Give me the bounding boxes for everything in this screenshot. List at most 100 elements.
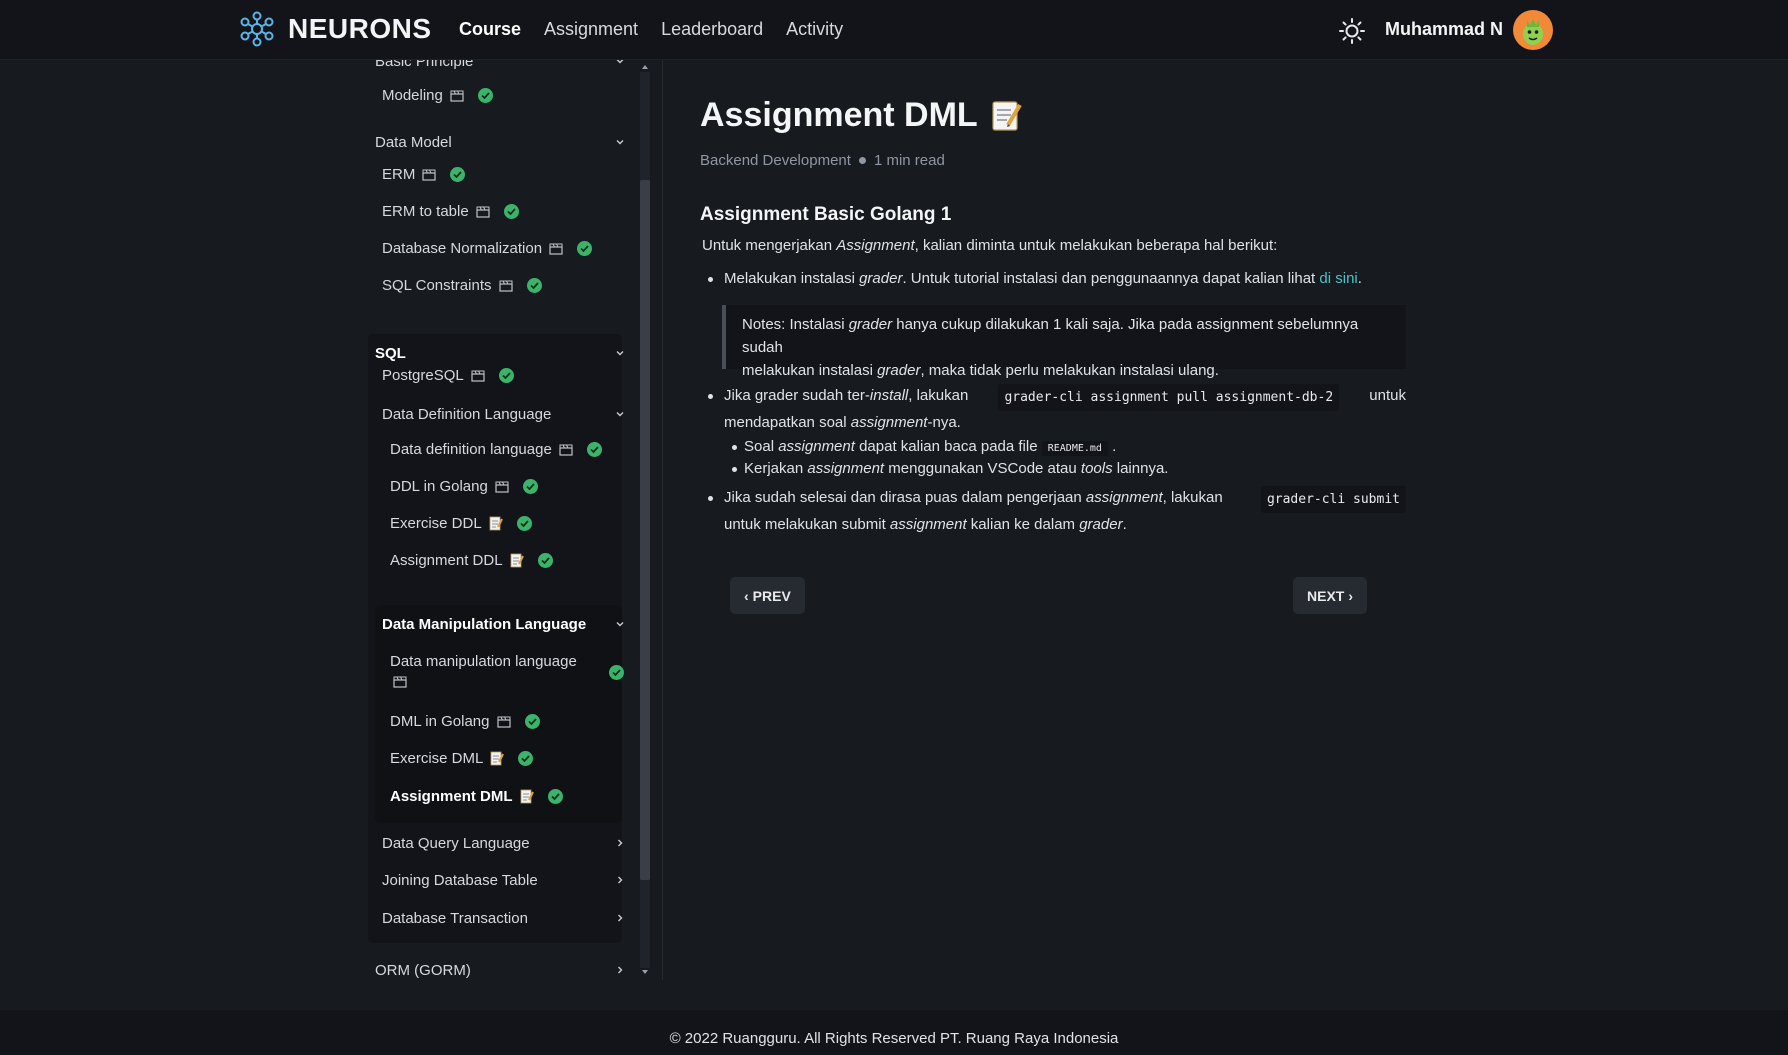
copyright-text: © 2022 Ruangguru. All Rights Reserved PT… [669,1030,1119,1047]
next-button[interactable]: NEXT › [1293,577,1368,614]
clapperboard-icon [476,206,490,218]
clapperboard-icon [559,444,573,456]
memo-icon [520,789,534,804]
chevron-down-icon [616,351,624,356]
scrollbar-thumb[interactable] [640,180,650,880]
clapperboard-icon [393,676,407,688]
scroll-down-arrow-icon[interactable] [641,968,649,976]
sidebar-item-assignment-dml[interactable]: Assignment DML [390,788,563,805]
sidebar-subgroup-joining-database-table[interactable]: Joining Database Table [382,870,625,890]
footer: © 2022 Ruangguru. All Rights Reserved PT… [0,1010,1788,1055]
completed-check-icon [450,167,466,182]
bullet-dot [708,394,713,399]
meta-separator-dot [858,157,866,164]
prev-button[interactable]: ‹ PREV [730,577,805,614]
sidebar-item-sql-constraints[interactable]: SQL Constraints [382,277,542,294]
completed-check-icon [503,204,519,219]
neurons-logo-icon [240,11,274,47]
memo-icon [992,100,1022,131]
completed-check-icon [526,278,542,293]
category-label[interactable]: Backend Development [700,152,851,169]
top-navbar: NEURONS Course Assignment Leaderboard Ac… [0,0,1788,60]
sidebar-item-modeling[interactable]: Modeling [382,87,493,104]
list-item: Jika sudah selesai dan dirasa puas dalam… [708,486,1406,536]
chevron-right-icon [618,966,623,974]
sidebar-item-assignment-ddl[interactable]: Assignment DDL [390,552,553,569]
section-heading: Assignment Basic Golang 1 [700,204,952,225]
memo-icon [489,516,503,531]
sidebar-item-erm-to-table[interactable]: ERM to table [382,203,519,220]
avatar[interactable] [1513,10,1553,50]
chevron-down-icon [616,412,624,417]
brand-name: NEURONS [288,13,432,44]
chevron-right-icon [618,876,623,884]
list-item: Jika grader sudah ter-install, lakukan g… [708,384,1406,434]
chevron-right-icon [618,839,623,847]
bullet-dot [732,445,737,450]
sidebar-group-basic-principle[interactable]: Basic Principle [375,60,625,71]
bullet-dot [732,467,737,472]
completed-check-icon [577,241,593,256]
page-title: Assignment DML [700,96,1024,135]
nav-activity[interactable]: Activity [786,19,843,40]
scroll-up-arrow-icon[interactable] [641,63,649,71]
sidebar-subgroup-dql[interactable]: Data Query Language [382,833,625,853]
tutorial-link[interactable]: di sini [1319,270,1357,287]
clapperboard-icon [496,716,511,728]
completed-check-icon [522,479,538,494]
completed-check-icon [547,789,563,804]
sidebar-divider [662,60,663,980]
sidebar-subgroup-ddl[interactable]: Data Definition Language [382,404,625,424]
readme-code: README.md [1041,441,1108,456]
sun-icon[interactable] [1338,17,1366,45]
list-item: Melakukan instalasi grader. Untuk tutori… [708,267,1414,290]
memo-icon [510,553,524,568]
chevron-down-icon [616,140,624,145]
avatar-character-icon [1523,19,1543,45]
intro-paragraph: Untuk mengerjakan Assignment, kalian dim… [702,237,1278,254]
read-time: 1 min read [873,152,945,169]
nav-course[interactable]: Course [459,19,521,40]
pull-command-code: grader-cli assignment pull assignment-db… [998,384,1340,411]
username[interactable]: Muhammad N [1385,19,1503,40]
sidebar-group-orm-gorm[interactable]: ORM (GORM) [375,960,625,980]
sidebar-item-data-manipulation-language[interactable]: Data manipulation language [390,651,625,695]
completed-check-icon [586,442,602,457]
completed-check-icon [524,714,540,729]
sidebar-item-erm[interactable]: ERM [382,166,466,183]
nav-leaderboard[interactable]: Leaderboard [661,19,763,40]
completed-check-icon [477,88,493,103]
sidebar-group-sql[interactable]: SQL [375,343,625,363]
sidebar-item-data-definition-language[interactable]: Data definition language [390,441,602,458]
chevron-right-icon [618,914,623,922]
completed-check-icon [609,665,624,680]
sidebar-scrollbar[interactable] [638,60,652,980]
bullet-dot [708,277,713,282]
chevron-right-icon: › [1348,587,1354,604]
sidebar-subgroup-dml[interactable]: Data Manipulation Language [382,614,625,634]
main-nav: Course Assignment Leaderboard Activity [459,19,843,40]
clapperboard-icon [422,169,436,181]
chevron-down-icon [616,622,624,627]
submit-command-code: grader-cli submit [1260,486,1406,513]
completed-check-icon [518,751,534,766]
clapperboard-icon [549,243,563,255]
sidebar-item-exercise-ddl[interactable]: Exercise DDL [390,515,532,532]
brand[interactable]: NEURONS [238,10,432,48]
sidebar-item-ddl-in-golang[interactable]: DDL in Golang [390,478,538,495]
sidebar-item-dml-in-golang[interactable]: DML in Golang [390,713,540,730]
sidebar-item-database-normalization[interactable]: Database Normalization [382,240,593,257]
nav-assignment[interactable]: Assignment [544,19,638,40]
sidebar-group-data-model[interactable]: Data Model [375,132,625,152]
notes-blockquote: Notes: Instalasi grader hanya cukup dila… [722,305,1406,379]
sidebar-item-exercise-dml[interactable]: Exercise DML [390,750,534,767]
sidebar-subgroup-database-transaction[interactable]: Database Transaction [382,908,625,928]
completed-check-icon [516,516,532,531]
chevron-left-icon: ‹ [744,587,749,604]
clapperboard-icon [498,280,513,292]
sidebar-item-postgresql[interactable]: PostgreSQL [382,367,514,384]
completed-check-icon [537,553,553,568]
chevron-down-icon [616,60,624,64]
course-sidebar: Basic Principle Modeling Data Model ERM … [363,60,627,980]
memo-icon [490,751,505,766]
